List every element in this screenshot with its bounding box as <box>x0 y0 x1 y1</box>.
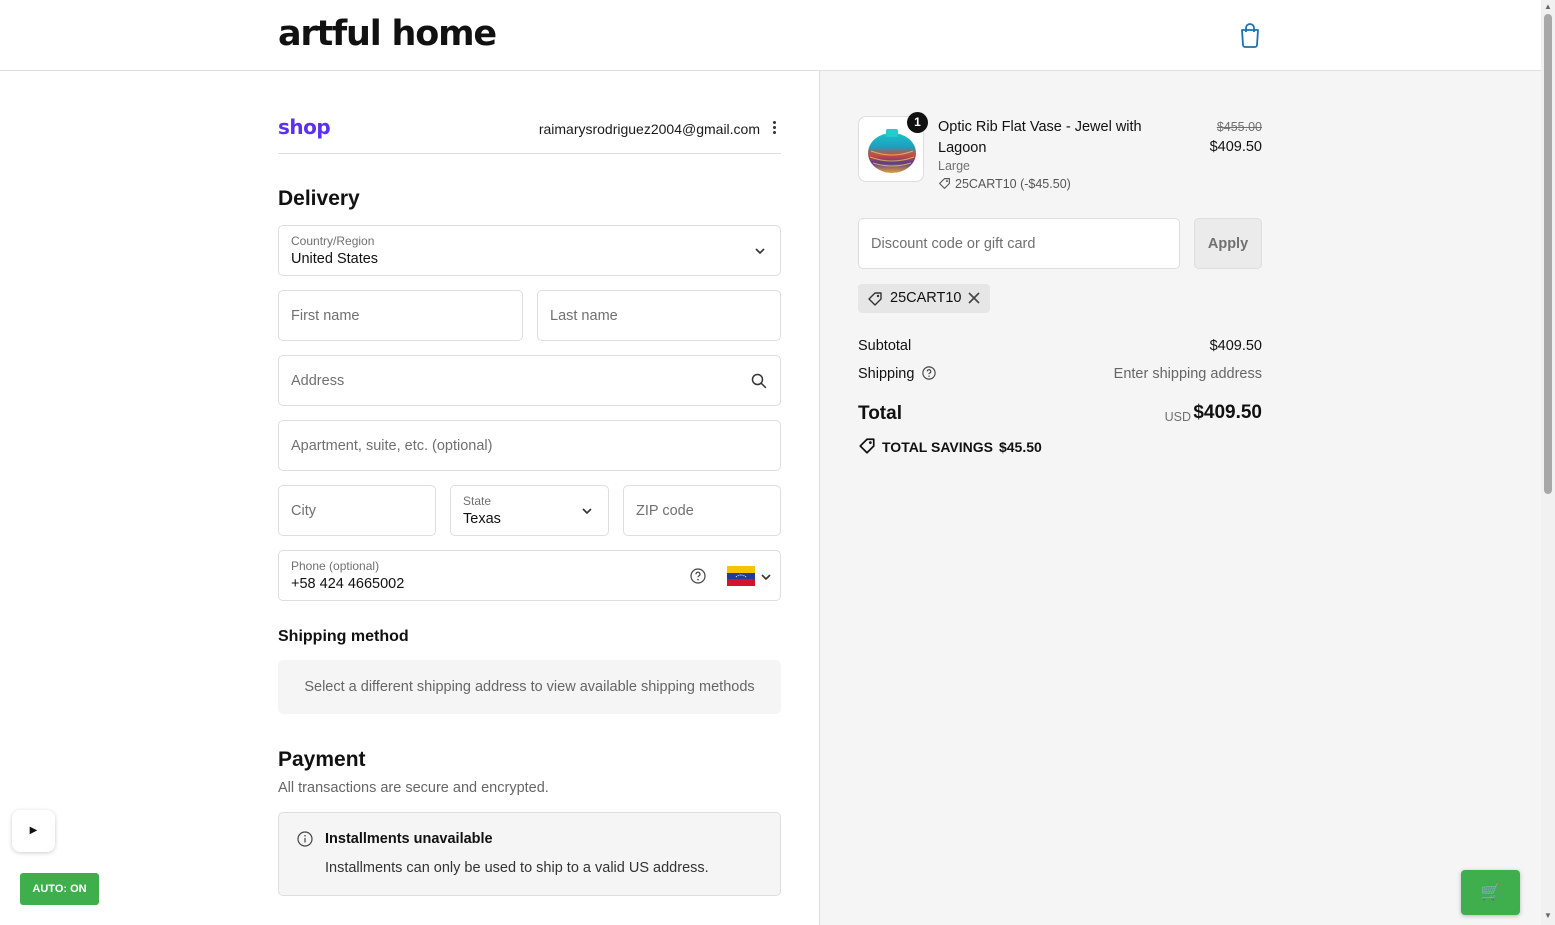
state-value: Texas <box>463 511 501 527</box>
installments-notice: Installments unavailable Installments ca… <box>278 812 781 896</box>
total-savings-label: TOTAL SAVINGS <box>882 439 993 455</box>
discount-code-input[interactable]: Discount code or gift card <box>858 218 1180 269</box>
phone-field[interactable]: Phone (optional) +58 424 4665002 <box>278 550 781 601</box>
shipping-row: Shipping <box>858 366 937 382</box>
shipping-method-message: Select a different shipping address to v… <box>304 679 755 695</box>
address-field[interactable]: Address <box>278 355 781 406</box>
cart-widget-button[interactable]: 🛒 <box>1461 870 1520 915</box>
product-discount: 25CART10 (-$45.50) <box>938 177 1071 191</box>
last-name-field[interactable]: Last name <box>537 290 781 341</box>
tag-icon <box>868 292 882 306</box>
tag-icon <box>859 438 875 454</box>
total-currency: USD <box>1164 410 1191 424</box>
product-name: Optic Rib Flat Vase - Jewel with Lagoon <box>938 119 1142 156</box>
product-discount-text: 25CART10 (-$45.50) <box>955 177 1071 191</box>
shopping-bag-icon[interactable] <box>1238 22 1262 48</box>
auto-toggle-button[interactable]: AUTO: ON <box>20 873 99 905</box>
chevron-down-icon[interactable] <box>760 573 772 581</box>
first-name-placeholder: First name <box>291 307 360 324</box>
total-savings-value: $45.50 <box>998 439 1042 455</box>
country-label: Country/Region <box>291 234 375 248</box>
phone-label: Phone (optional) <box>291 559 380 573</box>
applied-discount-code: 25CART10 <box>890 290 962 306</box>
help-circle-icon[interactable] <box>690 568 706 584</box>
info-icon <box>297 831 313 847</box>
zip-field[interactable]: ZIP code <box>623 485 781 536</box>
subtotal-label: Subtotal <box>858 338 912 354</box>
quantity-badge: 1 <box>907 112 928 133</box>
page-scrollbar[interactable]: ▲ ▼ <box>1541 0 1555 925</box>
site-header: artful home <box>0 0 1541 71</box>
scrollbar-thumb[interactable] <box>1544 14 1552 494</box>
state-select[interactable]: State Texas <box>450 485 609 536</box>
play-button[interactable]: ▶ <box>12 810 55 852</box>
applied-discount-chip: 25CART10 <box>858 284 990 313</box>
country-value: United States <box>291 251 379 267</box>
total-value: $409.50 <box>1193 402 1262 423</box>
payment-heading: Payment <box>278 748 366 771</box>
last-name-placeholder: Last name <box>550 307 618 324</box>
payment-subtitle: All transactions are secure and encrypte… <box>278 780 549 796</box>
scroll-down-arrow-icon[interactable]: ▼ <box>1544 911 1552 920</box>
zip-placeholder: ZIP code <box>636 502 694 519</box>
country-select[interactable]: Country/Region United States <box>278 225 781 276</box>
chevron-down-icon <box>755 248 765 255</box>
apartment-field[interactable]: Apartment, suite, etc. (optional) <box>278 420 781 471</box>
shipping-value: Enter shipping address <box>1113 366 1262 382</box>
subtotal-value: $409.50 <box>1209 338 1262 354</box>
shipping-label: Shipping <box>858 366 915 382</box>
apartment-placeholder: Apartment, suite, etc. (optional) <box>291 437 493 454</box>
shipping-method-heading: Shipping method <box>278 628 409 645</box>
first-name-field[interactable]: First name <box>278 290 523 341</box>
installments-title: Installments unavailable <box>325 831 493 847</box>
state-label: State <box>463 494 492 508</box>
shop-account-bar: shop raimarysrodriguez2004@gmail.com <box>278 110 781 154</box>
delivery-heading: Delivery <box>278 187 360 210</box>
total-label: Total <box>858 403 902 424</box>
city-field[interactable]: City <box>278 485 436 536</box>
shop-pay-logo: shop <box>278 115 331 139</box>
original-price: $455.00 <box>1216 120 1262 134</box>
total-savings: TOTAL SAVINGS $45.50 <box>858 437 1042 455</box>
order-summary-column <box>819 71 1541 925</box>
more-vertical-icon[interactable] <box>769 120 779 138</box>
scroll-up-arrow-icon[interactable]: ▲ <box>1544 2 1552 11</box>
product-price: $409.50 <box>1209 139 1262 155</box>
address-placeholder: Address <box>291 372 345 389</box>
city-placeholder: City <box>291 502 316 519</box>
venezuela-flag-icon[interactable] <box>727 566 755 586</box>
discount-code-placeholder: Discount code or gift card <box>871 236 1036 252</box>
search-icon <box>751 373 767 389</box>
product-variant: Large <box>938 159 970 173</box>
apply-discount-button[interactable]: Apply <box>1194 218 1262 269</box>
close-icon[interactable] <box>968 292 980 304</box>
chevron-down-icon <box>582 508 592 515</box>
shipping-method-notice: Select a different shipping address to v… <box>278 660 781 714</box>
tag-icon <box>939 178 950 189</box>
installments-text: Installments can only be used to ship to… <box>325 860 709 876</box>
account-email: raimarysrodriguez2004@gmail.com <box>538 121 760 137</box>
store-logo[interactable]: artful home <box>278 14 497 54</box>
help-circle-icon[interactable] <box>922 366 937 380</box>
phone-value: +58 424 4665002 <box>291 576 405 592</box>
